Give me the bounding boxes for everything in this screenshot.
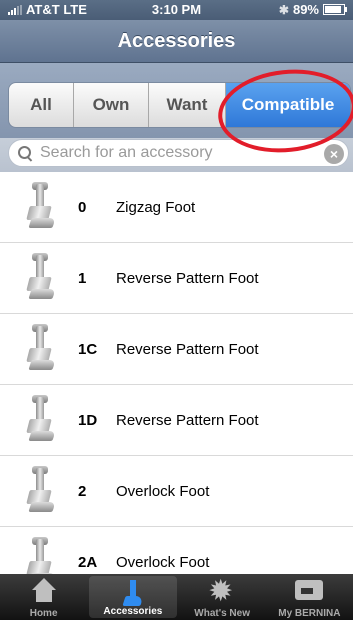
accessory-number: 2 [78,482,87,500]
search-icon [18,146,32,160]
tab-home[interactable]: Home [0,574,87,620]
accessory-number: 1 [78,269,87,287]
status-bar: AT&T LTE 3:10 PM ✱ 89% [0,0,353,20]
list-item[interactable]: 1 Reverse Pattern Foot [0,243,353,314]
bluetooth-icon: ✱ [278,2,289,17]
accessory-name: Overlock Foot [116,482,210,500]
search-placeholder: Search for an accessory [40,144,213,161]
accessory-number: 0 [78,198,87,216]
accessory-number: 1D [78,411,98,429]
battery-percent: 89% [292,2,319,17]
accessory-name: Reverse Pattern Foot [116,411,259,429]
tab-accessories[interactable]: Accessories [89,576,177,618]
tab-label: What's New [194,608,250,619]
presser-foot-icon [22,537,58,574]
list-item[interactable]: 2 Overlock Foot [0,456,353,527]
segment-want[interactable]: Want [149,83,226,127]
clear-search-icon[interactable]: × [324,144,344,164]
accessory-number: 1C [78,340,98,358]
segment-own[interactable]: Own [74,83,149,127]
presser-foot-icon [22,466,58,516]
page-title: Accessories [117,29,236,52]
list-item[interactable]: 1D Reverse Pattern Foot [0,385,353,456]
battery-icon [323,4,347,15]
accessory-name: Reverse Pattern Foot [116,269,259,287]
presser-foot-icon [22,324,58,374]
presser-foot-icon [22,182,58,232]
presser-foot-icon [122,580,144,608]
segment-all[interactable]: All [9,83,74,127]
tab-whats-new[interactable]: What's New [179,574,266,620]
presser-foot-icon [22,253,58,303]
accessory-name: Reverse Pattern Foot [116,340,259,358]
starburst-icon [208,574,236,609]
accessory-name: Zigzag Foot [116,198,196,216]
tab-label: Home [29,608,58,619]
accessory-number: 2A [78,553,98,571]
tab-label: My BERNINA [278,608,341,619]
accessory-name: Overlock Foot [116,553,210,571]
home-icon [31,578,57,604]
sewing-machine-icon [295,578,324,602]
list-item[interactable]: 0 Zigzag Foot [0,172,353,243]
list-item[interactable]: 2A Overlock Foot [0,527,353,574]
presser-foot-icon [22,395,58,445]
tab-bar: Home Accessories What's New My BERNINA [0,574,353,620]
navigation-bar: Accessories [0,20,353,63]
accessory-list: 0 Zigzag Foot 1 Reverse Pattern Foot 1C … [0,172,353,574]
tab-my-bernina[interactable]: My BERNINA [266,574,353,620]
list-item[interactable]: 1C Reverse Pattern Foot [0,314,353,385]
